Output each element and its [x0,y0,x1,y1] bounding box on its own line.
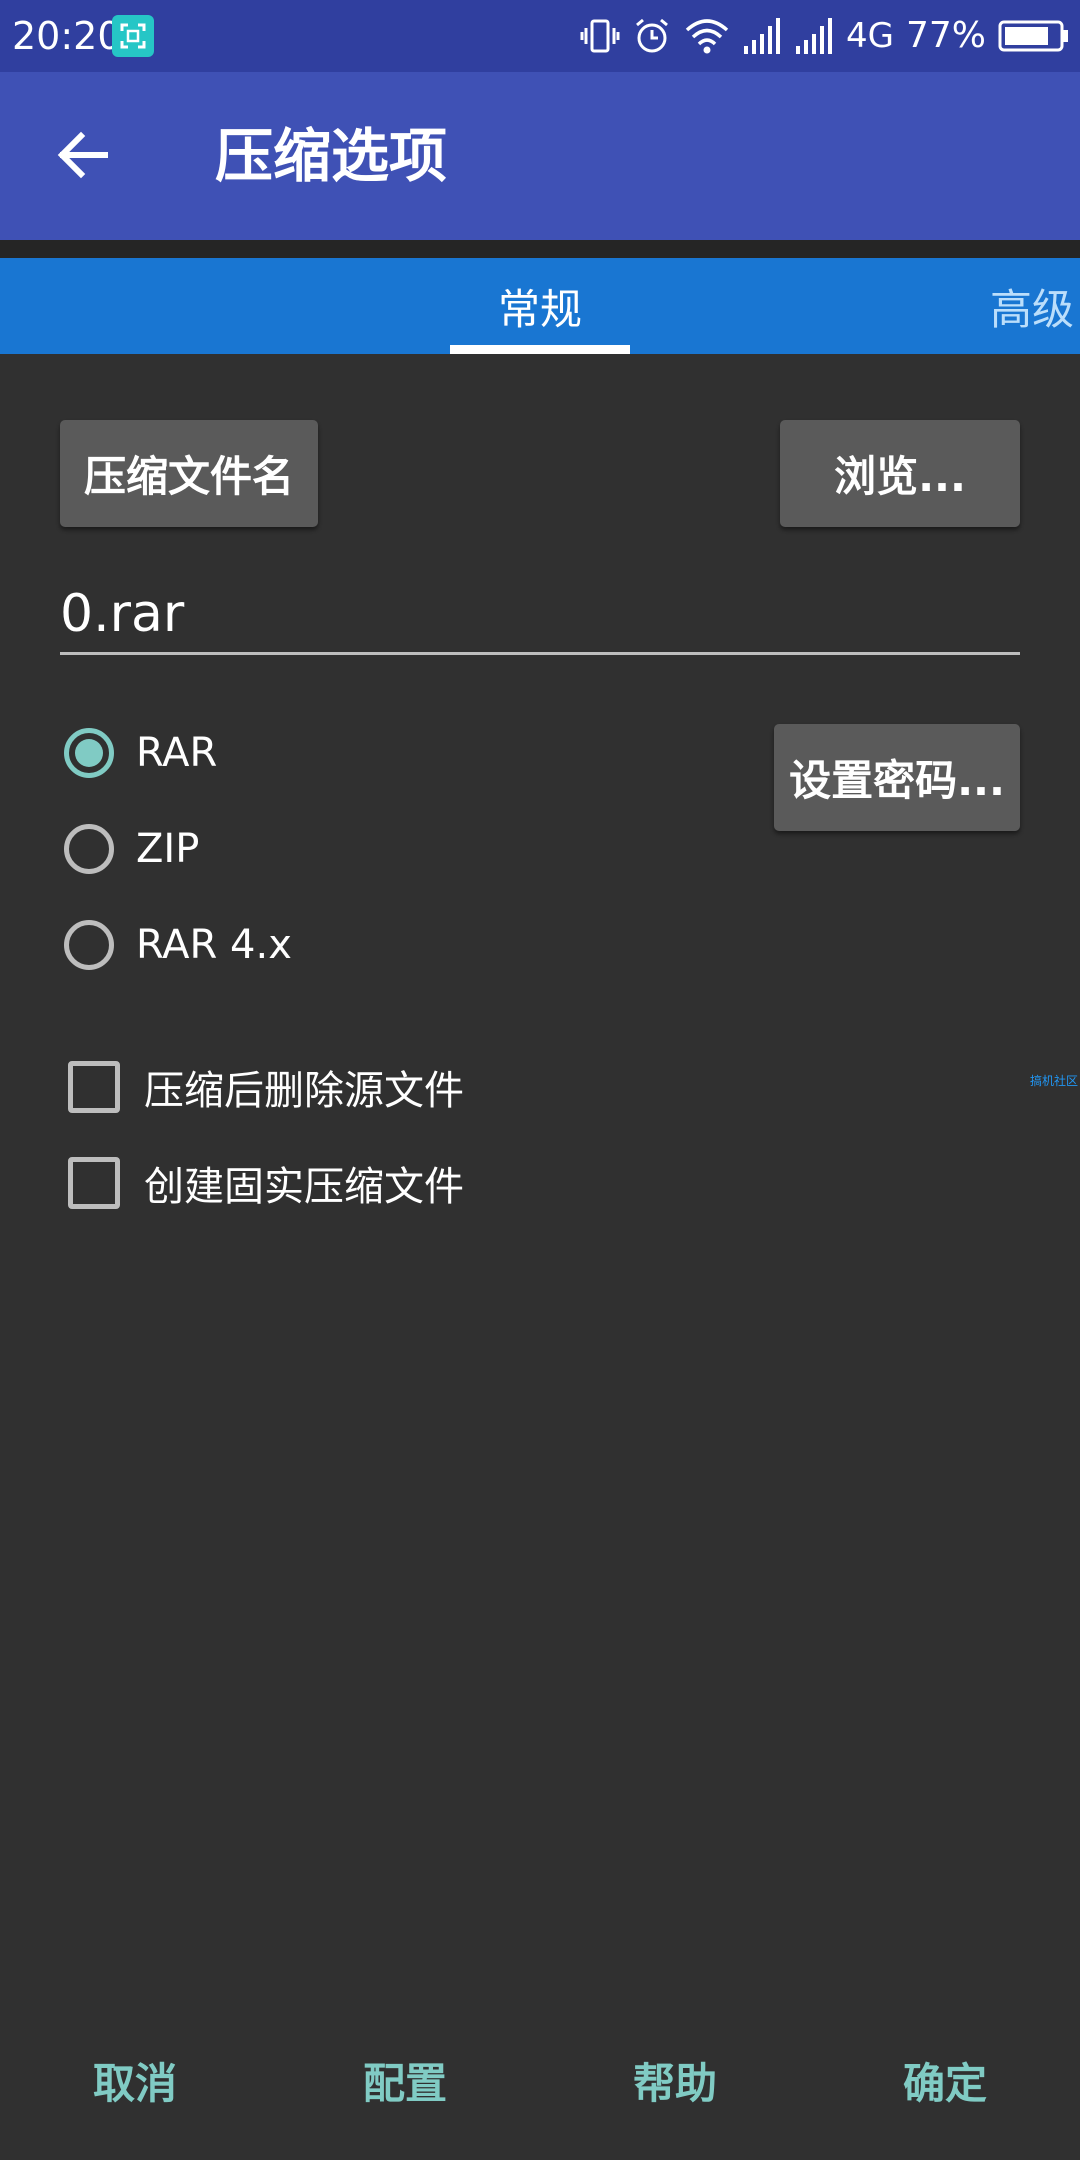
format-radio-zip[interactable]: ZIP [64,816,199,882]
arrow-back-icon [53,125,113,189]
browse-button[interactable]: 浏览... [780,420,1020,527]
checkbox[interactable] [68,1061,120,1113]
radio-dot [75,739,103,767]
status-icons: 4G 77% [580,14,1070,58]
delete-source-label: 压缩后删除源文件 [144,1068,464,1114]
archive-name-button[interactable]: 压缩文件名 [60,420,318,527]
radio-button-checked[interactable] [64,728,114,778]
tab-general[interactable]: 常规 [450,258,630,354]
battery-icon [998,18,1070,54]
back-button[interactable] [38,112,128,202]
cancel-button[interactable]: 取消 [35,2020,235,2140]
battery-percent: 77% [905,15,986,56]
status-time: 20:20 [12,14,122,58]
tab-advanced[interactable]: 高级 [990,258,1080,354]
radio-button[interactable] [64,920,114,970]
watermark: 搞机社区 [1030,1074,1079,1088]
bottom-action-bar: 取消 配置 帮助 确定 [0,2020,1080,2140]
network-type: 4G [846,16,894,56]
solid-archive-option[interactable]: 创建固实压缩文件 [68,1150,464,1216]
alarm-icon [632,16,672,56]
radio-label-rar: RAR [136,730,218,776]
vibrate-icon [580,16,620,56]
format-radio-rar4[interactable]: RAR 4.x [64,912,292,978]
solid-archive-label: 创建固实压缩文件 [144,1164,464,1210]
toolbar: 压缩选项 [0,72,1080,240]
radio-label-rar4: RAR 4.x [136,922,292,968]
wifi-icon [684,16,730,56]
checkbox[interactable] [68,1157,120,1209]
signal-icon [742,16,782,56]
tab-indicator [450,345,630,354]
archive-filename-input[interactable] [60,575,1020,655]
radio-label-zip: ZIP [136,826,200,872]
format-radio-rar[interactable]: RAR [64,720,217,786]
page-title: 压缩选项 [215,122,448,190]
radio-button[interactable] [64,824,114,874]
screenshot-notification-icon [112,15,154,57]
delete-source-option[interactable]: 压缩后删除源文件 [68,1054,464,1120]
ok-button[interactable]: 确定 [845,2020,1045,2140]
toolbar-divider [0,240,1080,258]
config-button[interactable]: 配置 [305,2020,505,2140]
set-password-button[interactable]: 设置密码... [774,724,1020,831]
status-bar: 20:20 4G 77% [0,0,1080,72]
signal-icon-2 [794,16,834,56]
tab-bar: 常规 高级 [0,258,1080,354]
help-button[interactable]: 帮助 [575,2020,775,2140]
